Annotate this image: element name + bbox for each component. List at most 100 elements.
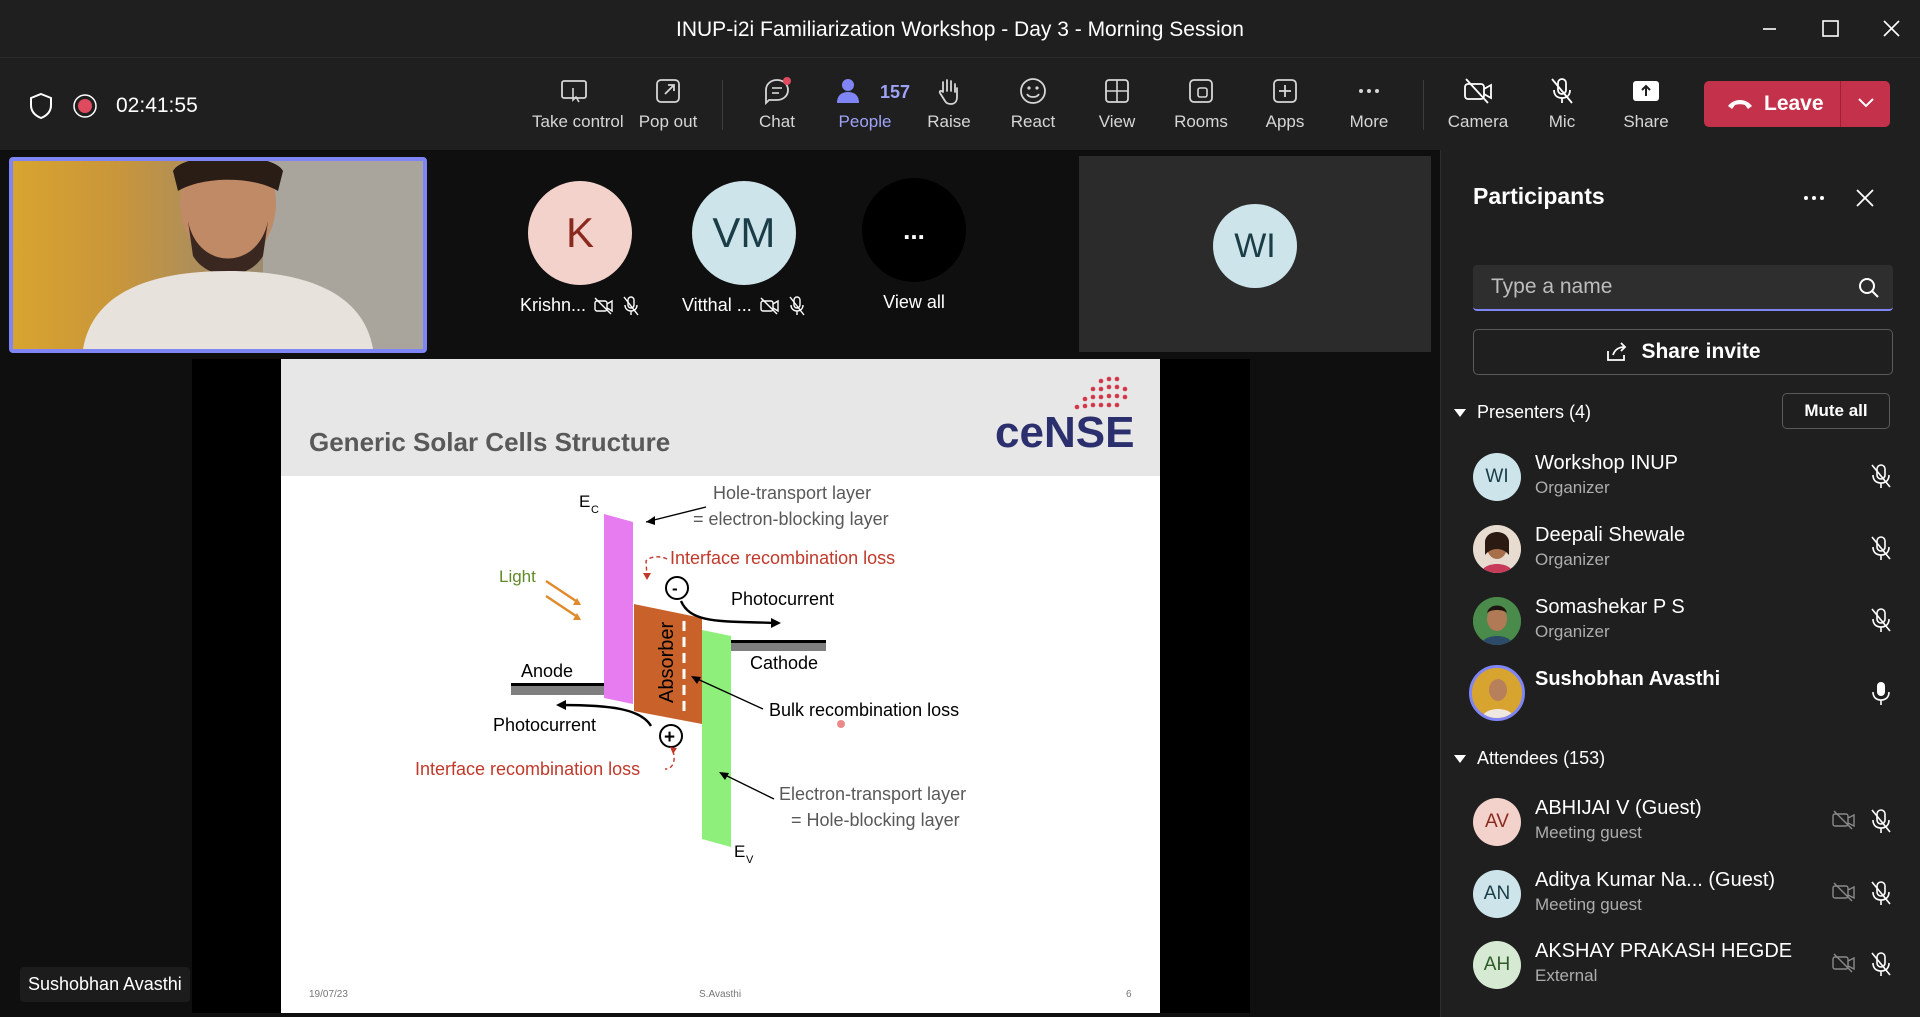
participant-name: ABHIJAI V (Guest) [1535,797,1702,819]
participant-name: Sushobhan Avasthi [1535,668,1721,690]
pop-out-label: Pop out [638,112,698,131]
participant-tile-vm[interactable]: VM Vitthal ... [682,181,806,316]
close-icon[interactable] [1876,14,1906,44]
view-button[interactable]: View [1075,72,1159,142]
mic-off-icon[interactable] [1869,808,1893,834]
photocurrent-bottom-label: Photocurrent [493,715,596,735]
tile-name-label: Krishn... [520,295,587,315]
mic-on-icon[interactable] [1869,680,1893,706]
rooms-button[interactable]: Rooms [1159,72,1243,142]
chat-label: Chat [759,112,795,131]
avatar: AH [1473,941,1521,989]
presenter-video-image [83,161,423,349]
mic-off-icon[interactable] [1869,951,1893,977]
minimize-icon[interactable] [1754,14,1784,44]
shared-slide: Generic Solar Cells Structure ceNSE Abso… [281,359,1160,1013]
view-all-circle: ... [862,178,966,282]
share-invite-button[interactable]: Share invite [1473,329,1893,375]
window-title: INUP-i2i Familiarization Workshop - Day … [676,18,1244,41]
camera-button[interactable]: Camera [1436,72,1520,142]
meeting-stage: K Krishn... VM Vitthal ... ... View all … [0,150,1440,1017]
leave-button[interactable]: Leave [1704,81,1890,127]
people-button[interactable]: 157 People [820,72,910,142]
shield-icon[interactable] [28,92,54,120]
cathode-label: Cathode [750,653,818,673]
leave-label: Leave [1764,92,1824,115]
participant-tile-wi[interactable]: WI [1079,156,1431,352]
search-input[interactable] [1473,265,1843,309]
more-label: More [1349,112,1389,131]
avatar [1473,525,1521,573]
participant-row[interactable]: Deepali Shewale Organizer [1473,520,1893,578]
mic-off-icon[interactable] [1869,535,1893,561]
hole-symbol: + [664,727,675,748]
mute-all-button[interactable]: Mute all [1782,393,1890,429]
people-label: People [838,112,892,131]
search-icon[interactable] [1857,276,1881,300]
etl-label-1: Electron-transport layer [779,784,966,804]
bulk-loss-label: Bulk recombination loss [769,700,959,720]
react-label: React [1010,112,1056,131]
presenter-video[interactable] [9,157,427,353]
mic-off-icon[interactable] [1869,880,1893,906]
presenters-header-label: Presenters (4) [1477,402,1592,422]
participant-row[interactable]: WI Workshop INUP Organizer [1473,448,1893,506]
participant-row[interactable]: Sushobhan Avasthi [1469,664,1893,722]
camera-label: Camera [1447,112,1509,131]
apps-button[interactable]: Apps [1243,72,1327,142]
participant-tile-name: Krishn... [520,295,640,316]
share-button[interactable]: Share [1604,72,1688,142]
participant-name: Workshop INUP [1535,452,1679,474]
attendees-section-header[interactable]: Attendees (153) [1453,748,1605,769]
mic-off-icon[interactable] [1869,607,1893,633]
presenters-section-header[interactable]: Presenters (4) [1453,402,1591,423]
share-icon [1607,342,1627,361]
more-options-icon[interactable] [1799,186,1829,210]
participant-search[interactable] [1473,265,1893,311]
tile-name-label: Vitthal ... [682,295,752,315]
participant-row[interactable]: AN Aditya Kumar Na... (Guest) Meeting gu… [1473,865,1893,923]
leave-options[interactable] [1841,95,1890,114]
mic-off-icon[interactable] [1869,463,1893,489]
react-button[interactable]: React [991,72,1075,142]
participant-row[interactable]: Somashekar P S Organizer [1473,592,1893,650]
participant-name: AKSHAY PRAKASH HEGDE [1535,940,1793,962]
avatar: VM [691,181,796,285]
avatar-photo [1473,597,1521,645]
chevron-down-icon [1454,754,1466,763]
pop-out-icon [656,79,680,103]
leave-main[interactable]: Leave [1704,81,1840,127]
absorber-label: Absorber [656,622,678,703]
pop-out-button[interactable]: Pop out [626,72,710,142]
close-panel-icon[interactable] [1853,186,1877,210]
interface-loss-top-label: Interface recombination loss [670,548,895,568]
slide-footer-date: 19/07/23 [309,989,348,1000]
electron-transport-layer [702,630,731,847]
recording-icon [73,94,97,118]
take-control-button[interactable]: Take control [532,72,624,142]
more-button[interactable]: More [1327,72,1411,142]
mic-button[interactable]: Mic [1520,72,1604,142]
take-control-icon [561,80,587,103]
raise-button[interactable]: Raise [907,72,991,142]
share-screen-icon [1633,81,1659,101]
maximize-icon[interactable] [1815,14,1845,44]
meeting-timer: 02:41:55 [116,94,198,117]
avatar: WI [1473,453,1521,501]
participant-row[interactable]: AH AKSHAY PRAKASH HEGDE External [1473,936,1893,994]
electron-symbol: - [672,579,678,598]
chat-button[interactable]: Chat [735,72,819,142]
chevron-down-icon [1454,408,1466,417]
mic-off-icon [789,295,805,315]
participant-role: Meeting guest [1535,823,1642,842]
view-all-tile[interactable]: ... View all [862,178,966,313]
attendees-header-label: Attendees (153) [1477,748,1606,768]
apps-label: Apps [1265,112,1305,131]
htl-label-2: = electron-blocking layer [693,509,889,529]
participants-panel: Participants Share invite Presenters (4)… [1440,150,1920,1017]
participant-tile-k[interactable]: K Krishn... [520,181,640,316]
hang-up-icon [1728,100,1752,109]
cense-logo: ceNSE [995,376,1134,457]
camera-off-icon [1464,78,1492,104]
participant-row[interactable]: AV ABHIJAI V (Guest) Meeting guest [1473,793,1893,851]
